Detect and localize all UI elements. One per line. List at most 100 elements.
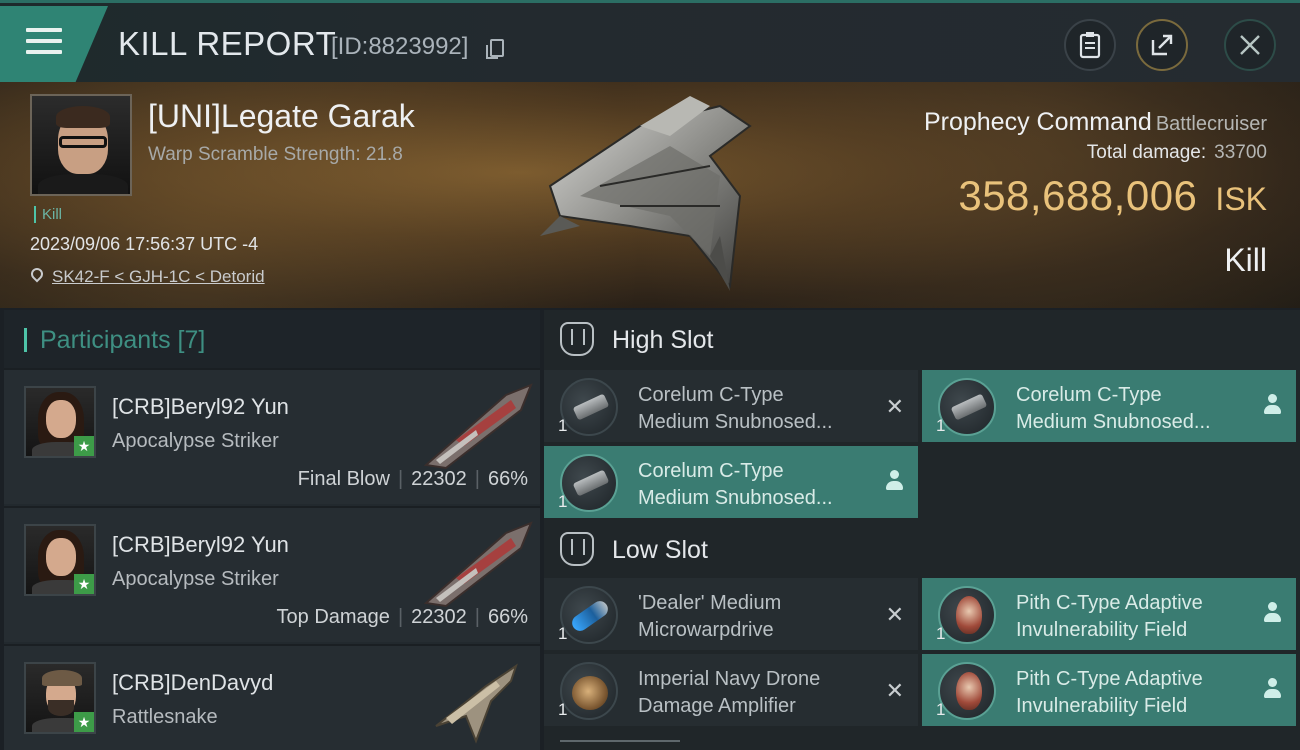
module-name-line1: Pith C-Type Adaptive xyxy=(1016,592,1203,614)
participant-ship-image xyxy=(423,521,533,608)
star-icon: ★ xyxy=(74,436,94,456)
clipboard-button[interactable] xyxy=(1064,19,1116,71)
victim-ship-image xyxy=(540,96,752,291)
participant-row[interactable]: ★ [CRB]Beryl92 Yun Apocalypse Striker To… xyxy=(4,506,540,642)
participants-panel: Participants [7] ★ [CRB]Beryl92 Yun Apoc… xyxy=(4,310,540,750)
shield-module-icon xyxy=(938,662,996,720)
dropped-icon: ✕ xyxy=(885,602,904,627)
module-name-line2: Invulnerability Field xyxy=(1016,695,1188,717)
dropped-icon: ✕ xyxy=(885,678,904,703)
participant-ship-image xyxy=(435,663,518,744)
module-name-line2: Damage Amplifier xyxy=(638,695,796,717)
module-slot[interactable]: 1 Pith C-Type Adaptive Invulnerability Fi… xyxy=(922,654,1296,726)
module-quantity: 1 xyxy=(558,492,568,511)
participant-name[interactable]: [CRB]DenDavyd xyxy=(112,670,273,696)
module-name-line1: 'Dealer' Medium xyxy=(638,592,782,614)
total-damage-line: Total damage: 33700 xyxy=(1087,142,1267,164)
location-pin-icon xyxy=(28,265,46,283)
top-bar: KILL REPORT [ID:8823992] xyxy=(0,0,1300,82)
participant-ship: Rattlesnake xyxy=(112,706,218,728)
turret-icon xyxy=(560,454,618,512)
module-quantity: 1 xyxy=(558,416,568,435)
isk-value: 358,688,006 xyxy=(958,172,1198,219)
module-slot[interactable]: 1 Corelum C-Type Medium Snubnosed... xyxy=(544,446,918,518)
isk-value-line: 358,688,006 ISK xyxy=(958,172,1267,220)
kill-tag: Kill xyxy=(34,206,62,223)
module-slot[interactable]: 1 Pith C-Type Adaptive Invulnerability Fi… xyxy=(922,578,1296,650)
module-slot[interactable]: 1 Imperial Navy Drone Damage Amplifier ✕ xyxy=(544,654,918,726)
participant-ship-image xyxy=(423,383,533,470)
star-icon: ★ xyxy=(74,712,94,732)
participant-name[interactable]: [CRB]Beryl92 Yun xyxy=(112,394,289,420)
participant-role: Top Damage xyxy=(276,606,390,628)
module-name-line1: Pith C-Type Adaptive xyxy=(1016,668,1203,690)
participant-ship: Apocalypse Striker xyxy=(112,568,279,590)
participant-stats: Final Blow | 22302 | 66% xyxy=(297,468,528,490)
participant-damage: 22302 xyxy=(411,468,467,490)
module-slot[interactable]: 1 Corelum C-Type Medium Snubnosed... xyxy=(922,370,1296,442)
participant-ship: Apocalypse Striker xyxy=(112,430,279,452)
module-name-line1: Imperial Navy Drone xyxy=(638,668,821,690)
module-quantity: 1 xyxy=(558,700,568,719)
victim-ship-line: Prophecy Command Battlecruiser xyxy=(924,108,1267,137)
star-icon: ★ xyxy=(74,574,94,594)
module-slot[interactable]: 1 'Dealer' Medium Microwarpdrive ✕ xyxy=(544,578,918,650)
low-slot-header: Low Slot xyxy=(544,520,1300,578)
shield-module-icon xyxy=(938,586,996,644)
participant-row[interactable]: ★ [CRB]DenDavyd Rattlesnake xyxy=(4,644,540,750)
microwarpdrive-icon xyxy=(560,586,618,644)
report-id: [ID:8823992] xyxy=(331,33,469,60)
clipboard-icon xyxy=(1079,32,1101,59)
fitting-panel: High Slot 1 Corelum C-Type Medium Snubnos… xyxy=(544,310,1300,750)
module-slot[interactable]: 1 Corelum C-Type Medium Snubnosed... ✕ xyxy=(544,370,918,442)
participant-name[interactable]: [CRB]Beryl92 Yun xyxy=(112,532,289,558)
victim-portrait[interactable] xyxy=(30,94,132,196)
victim-ship-name[interactable]: Prophecy Command xyxy=(924,108,1152,136)
module-quantity: 1 xyxy=(936,416,946,435)
isk-unit: ISK xyxy=(1215,181,1267,217)
module-name-line1: Corelum C-Type xyxy=(1016,384,1162,406)
warp-scramble-strength: Warp Scramble Strength: 21.8 xyxy=(148,144,403,165)
low-slot-icon xyxy=(560,532,594,566)
location-link[interactable]: SK42-F < GJH-1C < Detorid xyxy=(52,267,265,287)
copy-id-icon[interactable] xyxy=(486,39,504,59)
module-quantity: 1 xyxy=(936,700,946,719)
close-button[interactable] xyxy=(1224,19,1276,71)
high-slot-icon xyxy=(560,322,594,356)
turret-icon xyxy=(938,378,996,436)
module-name-line2: Medium Snubnosed... xyxy=(1016,411,1211,433)
module-name-line2: Medium Snubnosed... xyxy=(638,411,833,433)
module-name-line1: Corelum C-Type xyxy=(638,384,784,406)
person-icon xyxy=(1264,602,1281,622)
victim-name[interactable]: [UNI]Legate Garak xyxy=(148,98,415,135)
high-slot-header: High Slot xyxy=(544,310,1300,368)
participant-percent: 66% xyxy=(487,606,528,628)
participant-damage: 22302 xyxy=(411,606,467,628)
low-slot-title: Low Slot xyxy=(612,536,708,564)
module-name-line2: Microwarpdrive xyxy=(638,619,774,641)
menu-button[interactable] xyxy=(0,6,108,82)
share-button[interactable] xyxy=(1136,19,1188,71)
victim-ship-class: Battlecruiser xyxy=(1155,113,1267,135)
person-icon xyxy=(1264,394,1281,414)
share-icon xyxy=(1151,34,1173,56)
participants-title: Participants [7] xyxy=(40,326,206,354)
turret-icon xyxy=(560,378,618,436)
total-damage-value: 33700 xyxy=(1214,142,1267,163)
next-slot-header-peek xyxy=(560,740,680,750)
kill-result-label: Kill xyxy=(1224,242,1267,278)
participants-header: Participants [7] xyxy=(4,310,540,368)
module-name-line1: Corelum C-Type xyxy=(638,460,784,482)
kill-banner: [UNI]Legate Garak Warp Scramble Strength… xyxy=(0,82,1300,308)
participant-stats: Top Damage | 22302 | 66% xyxy=(276,606,528,628)
participant-percent: 66% xyxy=(487,468,528,490)
dropped-icon: ✕ xyxy=(885,394,904,419)
module-quantity: 1 xyxy=(936,624,946,643)
kill-datetime: 2023/09/06 17:56:37 UTC -4 xyxy=(30,234,259,254)
module-name-line2: Medium Snubnosed... xyxy=(638,487,833,509)
high-slot-title: High Slot xyxy=(612,326,714,354)
module-name-line2: Invulnerability Field xyxy=(1016,619,1188,641)
page-title: KILL REPORT xyxy=(118,25,337,62)
participant-row[interactable]: ★ [CRB]Beryl92 Yun Apocalypse Striker Fi… xyxy=(4,368,540,504)
hamburger-menu-icon xyxy=(26,28,62,58)
